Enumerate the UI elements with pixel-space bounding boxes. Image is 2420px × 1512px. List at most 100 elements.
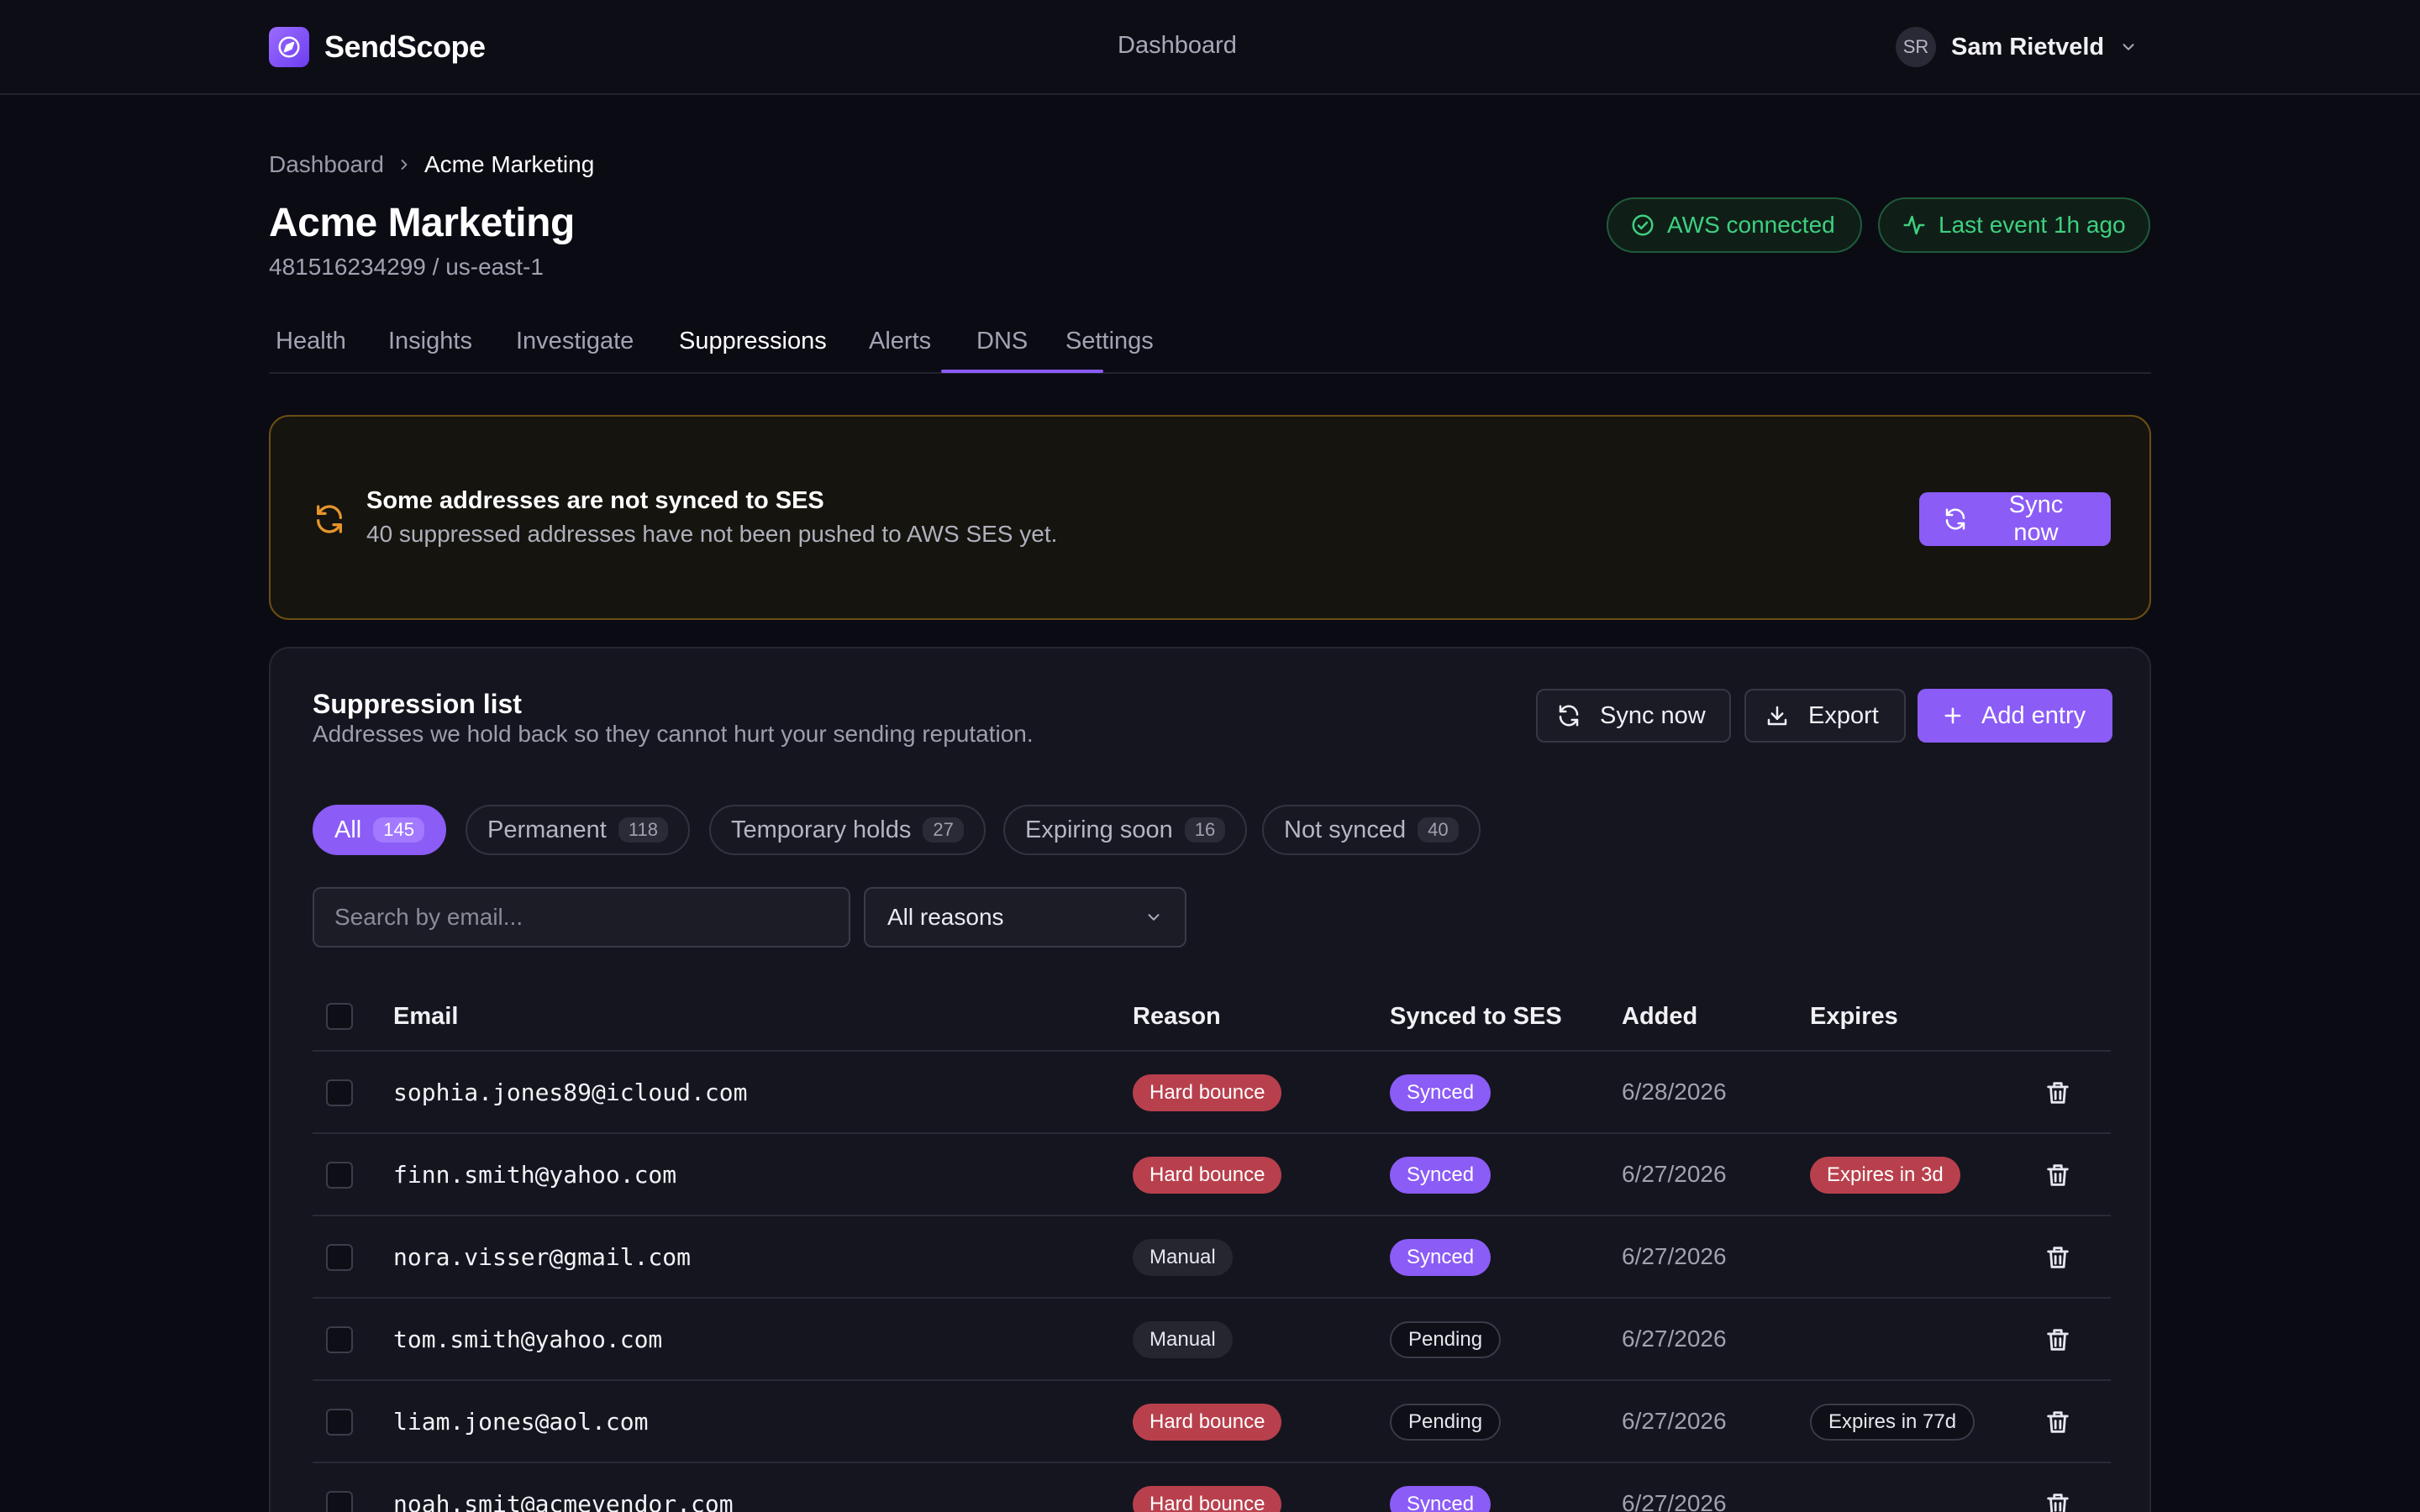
download-icon <box>1765 703 1790 728</box>
column-added[interactable]: Added <box>1622 1003 1697 1031</box>
suppression-list-card: Suppression list Addresses we hold back … <box>269 647 2151 1512</box>
breadcrumb-home-link[interactable]: Dashboard <box>269 151 384 178</box>
table-row: liam.jones@aol.com Hard bounce Pending 6… <box>313 1381 2111 1463</box>
row-email: sophia.jones89@icloud.com <box>393 1079 748 1106</box>
trash-icon[interactable] <box>2044 1161 2072 1189</box>
table-row: sophia.jones89@icloud.com Hard bounce Sy… <box>313 1052 2111 1134</box>
last-event-label: Last event 1h ago <box>1939 212 2126 238</box>
filter-chip-permanent[interactable]: Permanent 118 <box>466 805 690 855</box>
reason-select[interactable]: All reasons <box>864 887 1186 948</box>
trash-icon[interactable] <box>2044 1079 2072 1107</box>
reason-badge: Manual <box>1133 1321 1233 1358</box>
chip-label: Expiring soon <box>1025 816 1173 843</box>
filter-chip-all[interactable]: All 145 <box>313 805 446 855</box>
breadcrumb: Dashboard Acme Marketing <box>269 151 594 178</box>
reason-badge: Hard bounce <box>1133 1074 1282 1111</box>
tab-alerts[interactable]: Alerts <box>869 328 931 355</box>
trash-icon[interactable] <box>2044 1243 2072 1272</box>
page-title: Acme Marketing <box>269 201 575 245</box>
tab-health[interactable]: Health <box>276 328 346 355</box>
trash-icon[interactable] <box>2044 1326 2072 1354</box>
plus-icon <box>1941 704 1965 727</box>
tab-settings[interactable]: Settings <box>1065 328 1154 355</box>
sync-status-badge: Synced <box>1390 1239 1491 1276</box>
reason-select-value: All reasons <box>887 904 1004 930</box>
column-expires[interactable]: Expires <box>1810 1003 1898 1031</box>
row-email: nora.visser@gmail.com <box>393 1243 692 1271</box>
column-synced[interactable]: Synced to SES <box>1390 1003 1562 1031</box>
aws-status-label: AWS connected <box>1667 212 1835 238</box>
active-tab-indicator <box>941 370 1103 373</box>
row-checkbox[interactable] <box>326 1162 353 1189</box>
refresh-icon <box>1943 507 1968 532</box>
add-entry-label: Add entry <box>1981 701 2086 729</box>
card-subtitle: Addresses we hold back so they cannot hu… <box>313 721 1034 747</box>
brand[interactable]: SendScope <box>269 26 486 68</box>
sync-status-badge: Pending <box>1390 1321 1502 1358</box>
table-row: tom.smith@yahoo.com Manual Pending 6/27/… <box>313 1299 2111 1381</box>
tab-suppressions[interactable]: Suppressions <box>679 328 827 355</box>
breadcrumb-current: Acme Marketing <box>424 151 595 177</box>
row-email: noah.smit@acmevendor.com <box>393 1490 734 1512</box>
card-title: Suppression list <box>313 689 522 719</box>
tab-bar: Health Insights Investigate Suppressions… <box>269 319 2151 374</box>
user-name: Sam Rietveld <box>1951 33 2105 60</box>
sync-status-badge: Synced <box>1390 1157 1491 1194</box>
trash-icon[interactable] <box>2044 1408 2072 1436</box>
row-added-date: 6/27/2026 <box>1622 1408 1727 1434</box>
row-checkbox[interactable] <box>326 1409 353 1436</box>
table-row: nora.visser@gmail.com Manual Synced 6/27… <box>313 1216 2111 1299</box>
row-added-date: 6/27/2026 <box>1622 1490 1727 1512</box>
avatar: SR <box>1896 27 1936 67</box>
filter-chip-not-synced[interactable]: Not synced 40 <box>1262 805 1481 855</box>
row-email: finn.smith@yahoo.com <box>393 1161 677 1189</box>
select-all-checkbox[interactable] <box>326 1003 353 1030</box>
suppression-table: Email Reason Synced to SES Added Expires… <box>313 981 2111 1512</box>
reason-badge: Manual <box>1133 1239 1233 1276</box>
top-bar: SendScope Dashboard SR Sam Rietveld <box>0 0 2420 95</box>
row-added-date: 6/28/2026 <box>1622 1079 1727 1105</box>
table-row: finn.smith@yahoo.com Hard bounce Synced … <box>313 1134 2111 1216</box>
sync-status-badge: Synced <box>1390 1074 1491 1111</box>
unsynced-warning-banner: Some addresses are not synced to SES 40 … <box>269 415 2151 620</box>
chip-count: 118 <box>618 817 668 843</box>
add-entry-button[interactable]: Add entry <box>1918 689 2112 743</box>
row-added-date: 6/27/2026 <box>1622 1326 1727 1352</box>
tab-investigate[interactable]: Investigate <box>516 328 634 355</box>
user-menu[interactable]: SR Sam Rietveld <box>1896 27 2138 67</box>
tab-insights[interactable]: Insights <box>388 328 472 355</box>
banner-sync-button[interactable]: Sync now <box>1919 491 2111 546</box>
expires-badge: Expires in 77d <box>1810 1404 1975 1441</box>
chip-label: Permanent <box>487 816 607 843</box>
column-reason[interactable]: Reason <box>1133 1003 1221 1031</box>
nav-dashboard-link[interactable]: Dashboard <box>1118 32 1237 60</box>
aws-status-badge: AWS connected <box>1607 197 1862 253</box>
last-event-badge: Last event 1h ago <box>1878 197 2150 253</box>
filter-chip-temporary[interactable]: Temporary holds 27 <box>709 805 986 855</box>
row-added-date: 6/27/2026 <box>1622 1243 1727 1269</box>
export-button[interactable]: Export <box>1744 689 1906 743</box>
column-email[interactable]: Email <box>393 1003 458 1031</box>
sync-now-button[interactable]: Sync now <box>1536 689 1731 743</box>
row-added-date: 6/27/2026 <box>1622 1161 1727 1187</box>
chip-label: All <box>334 816 362 843</box>
export-label: Export <box>1808 701 1879 729</box>
search-input[interactable] <box>313 887 850 948</box>
row-checkbox[interactable] <box>326 1244 353 1271</box>
filter-chip-expiring[interactable]: Expiring soon 16 <box>1003 805 1248 855</box>
account-region: 481516234299 / us-east-1 <box>269 254 544 280</box>
chip-count: 27 <box>923 817 964 843</box>
banner-sync-label: Sync now <box>2008 491 2064 546</box>
chip-count: 40 <box>1418 817 1459 843</box>
trash-icon[interactable] <box>2044 1490 2072 1512</box>
row-checkbox[interactable] <box>326 1491 353 1512</box>
send-compass-icon <box>269 27 309 67</box>
row-checkbox[interactable] <box>326 1326 353 1353</box>
refresh-icon <box>1556 703 1581 728</box>
row-checkbox[interactable] <box>326 1079 353 1106</box>
tab-dns[interactable]: DNS <box>976 328 1028 355</box>
reason-badge: Hard bounce <box>1133 1486 1282 1512</box>
chip-label: Temporary holds <box>731 816 912 843</box>
banner-title: Some addresses are not synced to SES <box>366 487 824 514</box>
chip-label: Not synced <box>1284 816 1407 843</box>
